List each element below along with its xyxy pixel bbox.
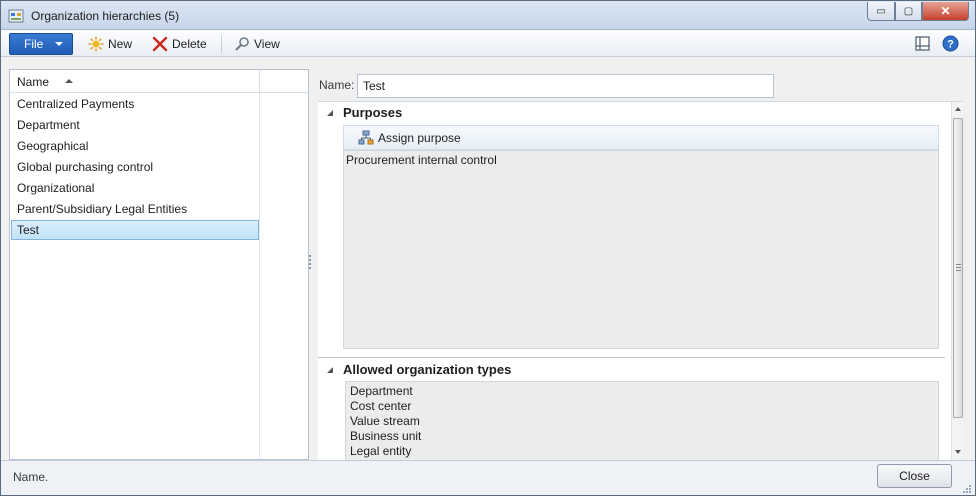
vertical-scrollbar[interactable] — [951, 102, 963, 460]
list-item[interactable]: Value stream — [350, 414, 420, 428]
new-label: New — [108, 37, 133, 51]
window-title: Organization hierarchies (5) — [31, 9, 180, 23]
view-label: View — [254, 37, 280, 51]
scroll-down-icon[interactable] — [955, 450, 961, 454]
list-item[interactable]: Legal entity — [350, 444, 411, 458]
allowed-types-section-header[interactable]: Allowed organization types — [318, 359, 945, 381]
help-icon[interactable]: ? — [942, 35, 959, 52]
grip-icon — [956, 264, 961, 271]
close-button[interactable]: Close — [877, 464, 952, 488]
collapse-triangle-icon — [327, 367, 333, 373]
maximize-button[interactable]: ▢ — [895, 2, 922, 21]
action-toolbar: File New Delete View ? — [1, 30, 975, 57]
list-item[interactable]: Department — [350, 384, 413, 398]
column-separator[interactable] — [259, 70, 260, 93]
organization-hierarchies-window: Organization hierarchies (5) ▭ ▢ ✕ File … — [0, 0, 976, 496]
toolbar-separator — [221, 35, 222, 53]
delete-x-icon — [152, 36, 168, 52]
close-icon: ✕ — [940, 4, 951, 18]
view-button[interactable]: View — [234, 34, 280, 54]
section-divider — [318, 357, 945, 358]
maximize-icon: ▢ — [903, 5, 914, 17]
purposes-section-header[interactable]: Purposes — [318, 102, 945, 124]
new-star-icon — [88, 36, 104, 52]
hierarchy-icon — [358, 130, 374, 145]
list-item[interactable]: Centralized Payments — [11, 94, 259, 114]
close-window-button[interactable]: ✕ — [922, 2, 969, 21]
detail-pane: Name: Purposes Assign purpose — [312, 69, 967, 460]
list-item[interactable]: Business unit — [350, 429, 421, 443]
chevron-down-icon — [55, 42, 63, 46]
list-item[interactable]: Department — [11, 115, 259, 135]
purposes-toolbar: Assign purpose — [343, 125, 939, 150]
status-text: Name. — [13, 470, 49, 484]
name-field-label: Name: — [319, 78, 355, 92]
status-bar: Name. Close — [1, 460, 975, 495]
list-item-selected[interactable]: Test — [11, 220, 259, 240]
title-bar: Organization hierarchies (5) ▭ ▢ ✕ — [1, 1, 975, 30]
column-header-name[interactable]: Name — [17, 75, 49, 89]
list-item[interactable]: Cost center — [350, 399, 411, 413]
purposes-title: Purposes — [343, 105, 403, 120]
minimize-button[interactable]: ▭ — [867, 2, 895, 21]
list-header: Name — [10, 70, 308, 93]
column-divider — [259, 93, 260, 459]
layout-pane-icon[interactable] — [914, 35, 931, 52]
new-button[interactable]: New — [88, 34, 132, 54]
svg-text:?: ? — [947, 39, 954, 51]
scroll-up-icon[interactable] — [955, 107, 961, 111]
view-magnifier-icon — [235, 37, 249, 51]
assign-purpose-button[interactable]: Assign purpose — [358, 130, 461, 146]
fasttabs-container: Purposes Assign purpose Procurement inte… — [318, 101, 963, 460]
hierarchy-list: Name Centralized Payments Department Geo… — [9, 69, 309, 460]
list-item[interactable]: Parent/Subsidiary Legal Entities — [11, 199, 259, 219]
minimize-icon: ▭ — [876, 5, 886, 17]
file-label: File — [24, 37, 44, 51]
delete-label: Delete — [172, 37, 207, 51]
collapse-triangle-icon — [327, 110, 333, 116]
name-field[interactable] — [357, 74, 774, 98]
allowed-types-grid: Department Cost center Value stream Busi… — [345, 381, 939, 460]
resize-grip-icon[interactable] — [961, 483, 971, 493]
purposes-grid: Procurement internal control — [343, 150, 939, 349]
list-item[interactable]: Geographical — [11, 136, 259, 156]
list-item[interactable]: Global purchasing control — [11, 157, 259, 177]
allowed-types-title: Allowed organization types — [343, 362, 512, 377]
sort-ascending-icon — [65, 79, 73, 83]
list-item[interactable]: Procurement internal control — [346, 153, 497, 167]
assign-purpose-label: Assign purpose — [378, 131, 461, 145]
delete-button[interactable]: Delete — [152, 34, 207, 54]
file-menu-button[interactable]: File — [9, 33, 73, 55]
scrollbar-thumb[interactable] — [953, 118, 963, 418]
app-icon — [8, 9, 24, 23]
list-item[interactable]: Organizational — [11, 178, 259, 198]
